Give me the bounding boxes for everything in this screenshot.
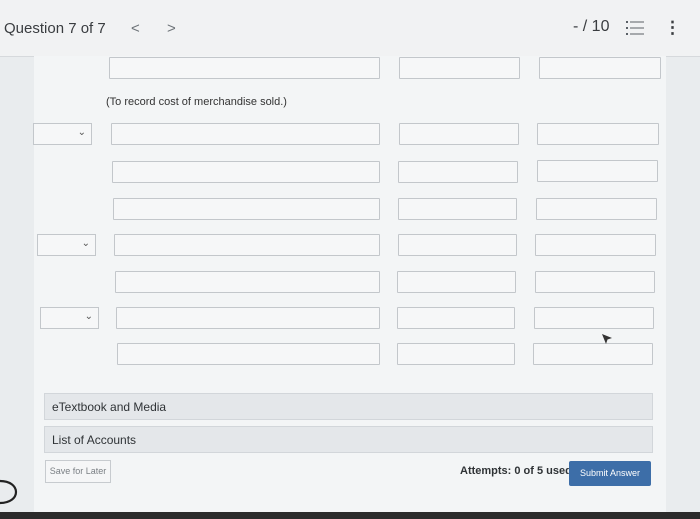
more-vertical-icon[interactable]: ⋮ [664,18,681,38]
account-title-input[interactable] [109,57,380,79]
etextbook-media-label: eTextbook and Media [52,400,167,414]
attempts-counter: Attempts: 0 of 5 used [460,465,572,477]
chevron-down-icon: ⌄ [84,311,93,322]
credit-input[interactable] [535,234,656,256]
account-title-input[interactable] [112,161,380,183]
account-title-input[interactable] [113,198,380,220]
debit-input[interactable] [398,234,517,256]
account-title-input[interactable] [111,123,380,145]
debit-input[interactable] [399,57,520,79]
list-of-accounts-panel[interactable]: List of Accounts [44,426,653,453]
save-for-later-button[interactable]: Save for Later [45,460,111,483]
credit-input[interactable] [533,343,653,365]
credit-input[interactable] [537,123,659,145]
debit-input[interactable] [397,343,515,365]
entry-explanation: (To record cost of merchandise sold.) [106,96,287,108]
date-select[interactable]: ⌄ [33,123,92,145]
mouse-pointer-icon [602,334,612,344]
list-icon[interactable] [626,20,644,36]
debit-input[interactable] [397,271,516,293]
credit-input[interactable] [537,160,658,182]
credit-input[interactable] [539,57,661,79]
account-title-input[interactable] [116,307,380,329]
list-of-accounts-label: List of Accounts [52,433,137,447]
date-select[interactable]: ⌄ [37,234,96,256]
credit-input[interactable] [536,198,657,220]
etextbook-media-panel[interactable]: eTextbook and Media [44,393,653,420]
account-title-input[interactable] [117,343,380,365]
submit-answer-button[interactable]: Submit Answer [569,461,651,486]
next-question-button[interactable]: > [167,20,176,37]
chevron-down-icon: ⌄ [77,127,86,138]
credit-input[interactable] [535,271,655,293]
account-title-input[interactable] [114,234,380,256]
previous-question-button[interactable]: < [131,20,140,37]
screen: Question 7 of 7 < > - / 10 ⋮ (To record … [0,0,700,512]
app-logo-icon [0,479,18,505]
debit-input[interactable] [398,161,518,183]
question-label: Question 7 of 7 [4,20,106,37]
account-title-input[interactable] [115,271,380,293]
chevron-down-icon: ⌄ [81,238,90,249]
score-display: - / 10 [573,18,610,35]
credit-input[interactable] [534,307,654,329]
debit-input[interactable] [398,198,517,220]
question-header: Question 7 of 7 < > - / 10 ⋮ [0,0,700,57]
debit-input[interactable] [399,123,519,145]
date-select[interactable]: ⌄ [40,307,99,329]
debit-input[interactable] [397,307,515,329]
